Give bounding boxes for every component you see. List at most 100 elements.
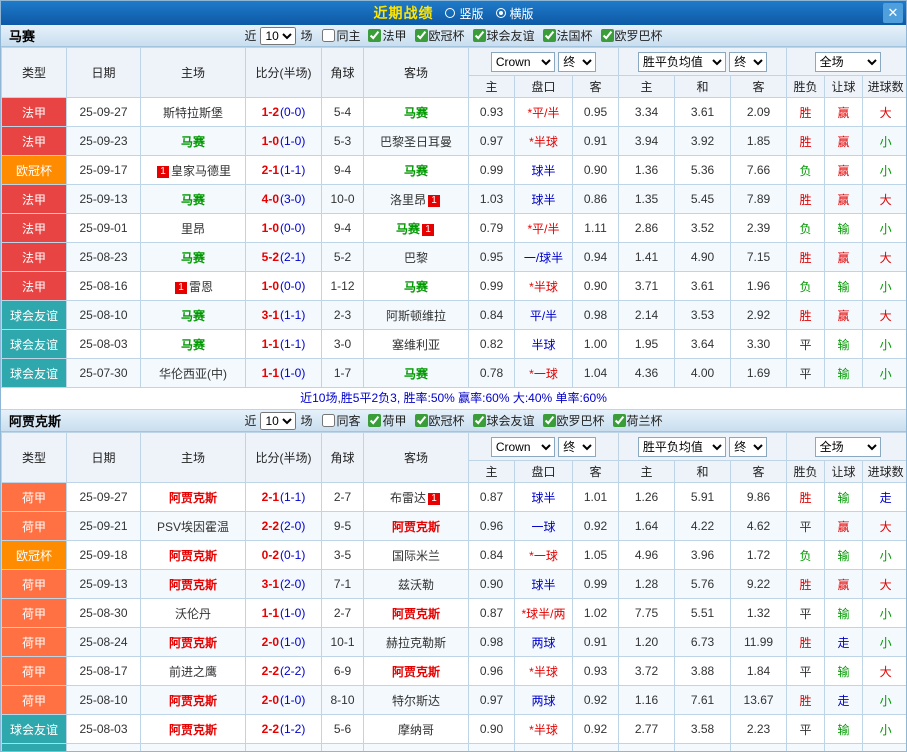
league-filter[interactable]: 欧冠杯: [415, 412, 465, 429]
odds-away-cell: 0.94: [573, 243, 619, 272]
home-team-cell: 前进之鹰: [141, 657, 246, 686]
league-filter-group: 同主法甲欧冠杯球会友谊法国杯欧罗巴杯: [316, 27, 662, 44]
radio-selected-icon: [496, 8, 506, 18]
final-odds-select[interactable]: 终: [729, 437, 767, 457]
col-score: 比分(半场): [246, 48, 322, 98]
final-odds-select[interactable]: 终: [729, 52, 767, 72]
bookmaker-select[interactable]: Crown: [491, 437, 555, 457]
fulltime-score: 5-2: [262, 250, 279, 264]
close-icon[interactable]: ✕: [883, 3, 903, 23]
league-cell: 法甲: [2, 243, 67, 272]
filter-checkbox[interactable]: [415, 29, 428, 42]
team-name: 马赛: [396, 222, 420, 236]
wdl-away-cell: 2.09: [731, 98, 787, 127]
team-name: 阿贾克斯: [9, 411, 61, 430]
match-scope-select[interactable]: 全场: [815, 437, 881, 457]
date-cell: 25-09-21: [67, 512, 141, 541]
filter-checkbox[interactable]: [322, 29, 335, 42]
handicap-line-cell: *半球: [515, 272, 573, 301]
wdl-average-select[interactable]: 胜平负均值: [638, 52, 726, 72]
filter-checkbox[interactable]: [322, 414, 335, 427]
match-count-select[interactable]: 10: [260, 412, 296, 430]
handicap-line-cell: 球半: [515, 570, 573, 599]
col-corner: 角球: [322, 433, 364, 483]
wdl-home-cell: 3.72: [619, 657, 675, 686]
league-filter[interactable]: 同主: [322, 27, 360, 44]
wdl-average-select[interactable]: 胜平负均值: [638, 437, 726, 457]
handicap-line-cell: 一球: [515, 512, 573, 541]
handicap-line-cell: *半球: [515, 657, 573, 686]
league-filter[interactable]: 球会友谊: [473, 412, 535, 429]
odds-away-cell: 1.04: [573, 359, 619, 388]
league-filter[interactable]: 球会友谊: [473, 27, 535, 44]
wdl-home-cell: 1.95: [619, 330, 675, 359]
date-cell: 25-08-03: [67, 330, 141, 359]
team-name: 马赛: [404, 106, 428, 120]
wdl-home-cell: 1.36: [619, 156, 675, 185]
wdl-home-cell: 1.35: [619, 185, 675, 214]
filter-checkbox[interactable]: [368, 29, 381, 42]
halftime-score: (0-0): [280, 279, 305, 293]
away-team-cell: 赫拉克勒斯: [364, 628, 469, 657]
odds-away-cell: 0.90: [573, 272, 619, 301]
handicap-result-cell: 赢: [825, 301, 863, 330]
layout-radio-vertical[interactable]: 竖版: [445, 5, 483, 22]
goals-result-cell: 大: [863, 98, 907, 127]
filter-checkbox[interactable]: [601, 29, 614, 42]
score-cell: 2-2(2-0): [246, 512, 322, 541]
filter-checkbox[interactable]: [473, 29, 486, 42]
wdl-home-cell: 1.20: [619, 628, 675, 657]
filter-checkbox[interactable]: [415, 414, 428, 427]
league-filter[interactable]: 欧罗巴杯: [543, 412, 605, 429]
final-odds-select[interactable]: 终: [558, 437, 596, 457]
filter-checkbox[interactable]: [543, 414, 556, 427]
filter-checkbox[interactable]: [368, 414, 381, 427]
handicap-line-cell: 两球: [515, 686, 573, 715]
home-team-cell: 1皇家马德里: [141, 156, 246, 185]
halftime-score: (0-0): [280, 221, 305, 235]
wdl-home-cell: 1.26: [619, 483, 675, 512]
handicap-line-cell: 球半: [515, 483, 573, 512]
wdl-away-cell: 2.23: [731, 715, 787, 744]
fulltime-score: 2-2: [262, 519, 279, 533]
wdl-home-cell: 1.16: [619, 686, 675, 715]
home-team-cell: 阿贾克斯: [141, 541, 246, 570]
wdl-home-cell: 3.34: [619, 98, 675, 127]
league-filter[interactable]: 欧冠杯: [415, 27, 465, 44]
wdl-odds-group: 胜平负均值 终: [619, 48, 787, 76]
match-count-select[interactable]: 10: [260, 27, 296, 45]
filter-checkbox[interactable]: [613, 414, 626, 427]
away-team-cell: 布雷达1: [364, 483, 469, 512]
match-row: 法甲25-08-161雷恩1-0(0-0)1-12马赛0.99*半球0.903.…: [2, 272, 907, 301]
filter-checkbox[interactable]: [543, 29, 556, 42]
odds-home-cell: 0.84: [469, 301, 515, 330]
league-cell: 荷甲: [2, 686, 67, 715]
odds-away-cell: 1.05: [573, 541, 619, 570]
fulltime-score: 3-1: [262, 308, 279, 322]
league-filter[interactable]: 荷兰杯: [613, 412, 663, 429]
result-cell: 胜: [787, 185, 825, 214]
score-cell: 2-2(2-2): [246, 657, 322, 686]
team-name: 兹沃勒: [398, 578, 434, 592]
league-filter[interactable]: 欧罗巴杯: [601, 27, 663, 44]
corner-cell: 5-2: [322, 243, 364, 272]
match-scope-select[interactable]: 全场: [815, 52, 881, 72]
bookmaker-select[interactable]: Crown: [491, 52, 555, 72]
filter-checkbox[interactable]: [473, 414, 486, 427]
odds-away-cell: 0.93: [573, 657, 619, 686]
wdl-away-cell: 1.32: [731, 599, 787, 628]
league-filter[interactable]: 同客: [322, 412, 360, 429]
match-row: 球会友谊25-08-03阿贾克斯2-2(1-2)5-6摩纳哥0.90*半球0.9…: [2, 715, 907, 744]
corner-cell: 2-7: [322, 599, 364, 628]
layout-radio-horizontal[interactable]: 横版: [496, 5, 534, 22]
league-filter[interactable]: 荷甲: [368, 412, 406, 429]
league-cell: 球会友谊: [2, 715, 67, 744]
final-odds-select[interactable]: 终: [558, 52, 596, 72]
handicap-line-cell: *平/半: [515, 98, 573, 127]
league-filter[interactable]: 法国杯: [543, 27, 593, 44]
wdl-home-cell: 2.63: [619, 744, 675, 752]
match-row: 荷甲25-08-10阿贾克斯2-0(1-0)8-10特尔斯达0.97两球0.92…: [2, 686, 907, 715]
handicap-result-cell: 赢: [825, 243, 863, 272]
league-filter[interactable]: 法甲: [368, 27, 406, 44]
corner-cell: 1-12: [322, 272, 364, 301]
